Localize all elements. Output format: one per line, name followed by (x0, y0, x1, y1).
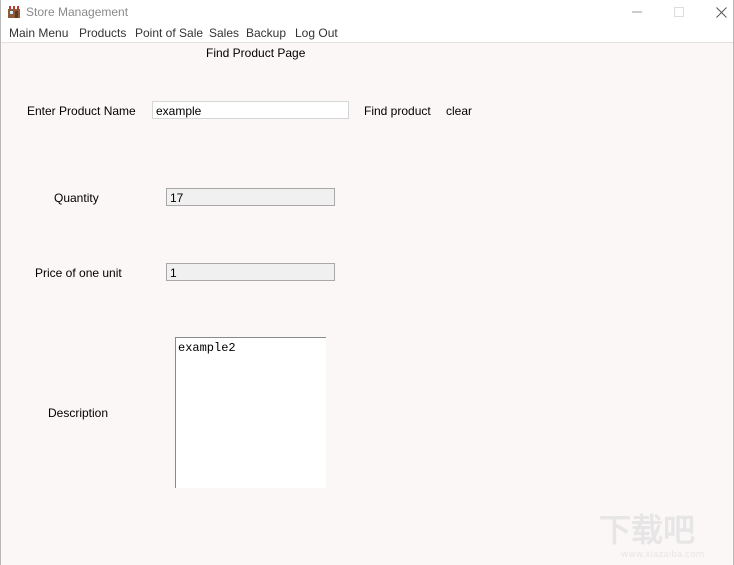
maximize-icon (674, 7, 684, 17)
watermark: 下载吧 www.xiazaiba.com (599, 507, 729, 560)
menu-sales[interactable]: Sales (209, 26, 239, 40)
menu-bar: Main Menu Products Point of Sale Sales B… (1, 24, 733, 42)
menu-divider (1, 42, 733, 43)
description-label: Description (48, 406, 109, 420)
description-textarea[interactable]: example2 (175, 337, 326, 488)
quantity-field[interactable]: 17 (166, 188, 335, 206)
product-name-label: Enter Product Name (27, 104, 136, 118)
menu-main-menu[interactable]: Main Menu (9, 26, 68, 40)
close-icon (715, 6, 727, 18)
unit-price-field[interactable]: 1 (166, 263, 335, 281)
close-button[interactable] (698, 0, 734, 24)
clear-button[interactable]: clear (446, 104, 472, 118)
menu-log-out[interactable]: Log Out (295, 26, 338, 40)
window-title: Store Management (26, 5, 129, 19)
menu-backup[interactable]: Backup (246, 26, 286, 40)
find-product-button[interactable]: Find product (364, 104, 431, 118)
menu-point-of-sale[interactable]: Point of Sale (135, 26, 203, 40)
store-icon (7, 6, 21, 18)
product-name-input[interactable]: example (152, 101, 349, 119)
minimize-button[interactable] (614, 0, 660, 24)
watermark-logo: 下载吧 www.xiazaiba.com (599, 511, 705, 560)
unit-price-label: Price of one unit (35, 266, 122, 280)
svg-text:下载吧: 下载吧 (599, 511, 695, 549)
quantity-label: Quantity (54, 191, 99, 205)
svg-text:www.xiazaiba.com: www.xiazaiba.com (621, 550, 705, 559)
title-bar: Store Management (1, 0, 733, 24)
app-window: Store Management Main Menu Products Poin… (0, 0, 734, 565)
minimize-icon (632, 11, 642, 13)
maximize-button[interactable] (656, 0, 702, 24)
page-title: Find Product Page (206, 46, 306, 60)
menu-products[interactable]: Products (79, 26, 126, 40)
